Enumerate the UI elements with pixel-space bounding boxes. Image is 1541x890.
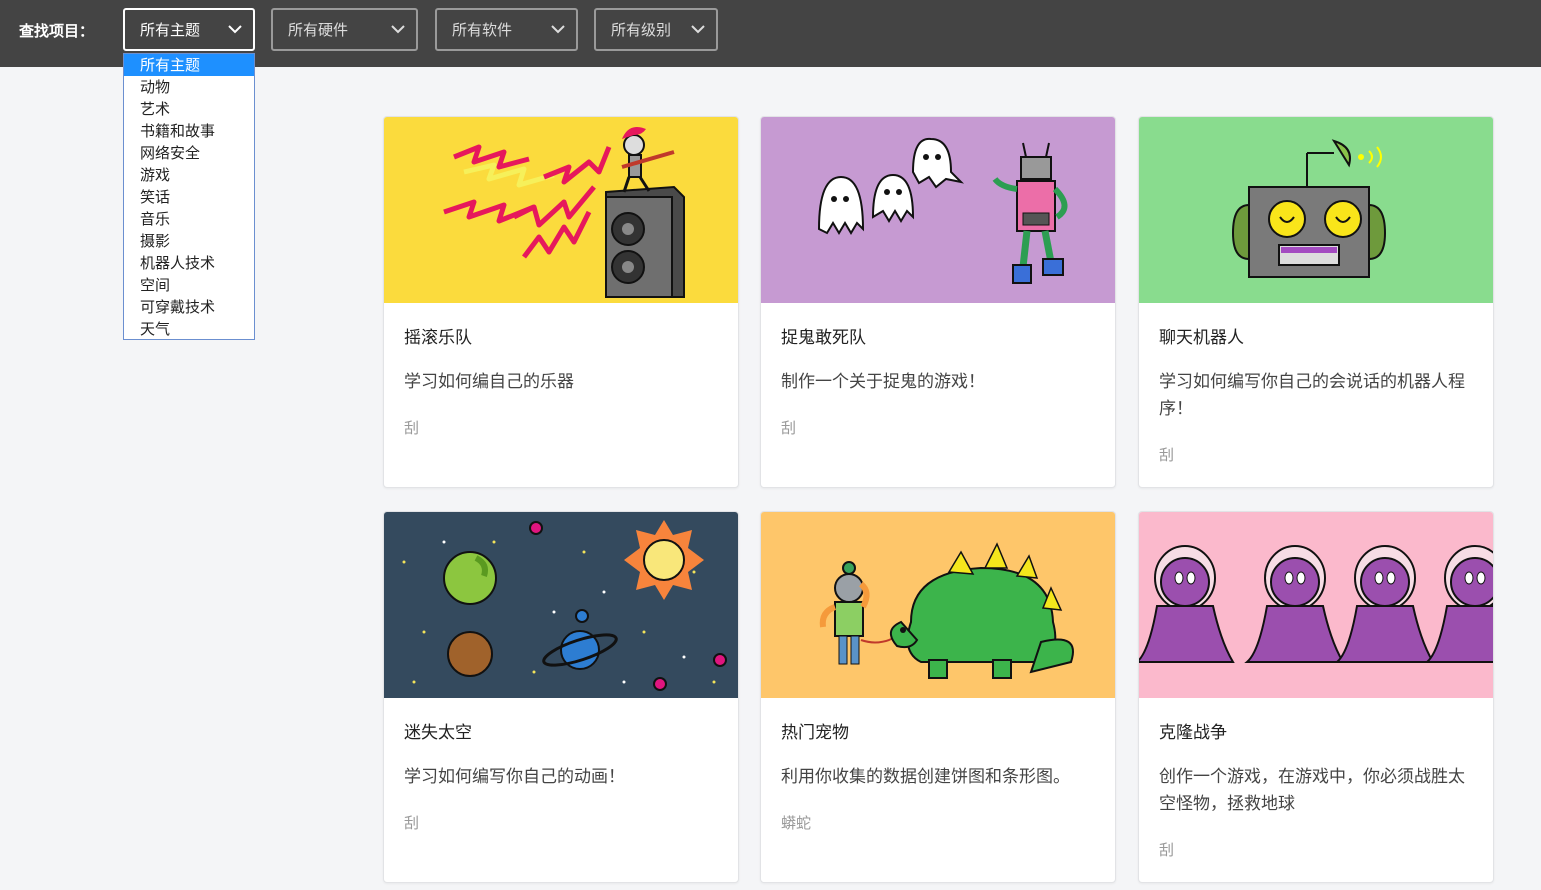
dropdown-option[interactable]: 所有主题 xyxy=(124,54,254,76)
project-software-tag: 刮 xyxy=(781,419,797,437)
rock-band-illustration-icon xyxy=(384,117,738,303)
dropdown-option[interactable]: 空间 xyxy=(124,274,254,296)
dropdown-option[interactable]: 艺术 xyxy=(124,98,254,120)
project-title: 摇滚乐队 xyxy=(404,328,472,348)
dropdown-option[interactable]: 书籍和故事 xyxy=(124,120,254,142)
project-software-tag: 蟒蛇 xyxy=(781,814,812,832)
space-monsters-illustration-icon xyxy=(1139,512,1493,698)
project-software-tag: 刮 xyxy=(1159,446,1175,464)
software-filter-value: 所有软件 xyxy=(452,21,513,39)
project-card-rock-band[interactable]: 摇滚乐队 学习如何编自己的乐器 刮 xyxy=(383,116,739,488)
software-filter-select[interactable]: 所有软件 xyxy=(435,8,578,51)
find-projects-label: 查找项目： xyxy=(19,22,95,40)
ghostbusters-illustration-icon xyxy=(761,117,1115,303)
chevron-down-icon xyxy=(391,25,405,34)
dropdown-option[interactable]: 机器人技术 xyxy=(124,252,254,274)
topic-dropdown-list: 所有主题 动物 艺术 书籍和故事 网络安全 游戏 笑话 音乐 摄影 机器人技术 … xyxy=(123,53,255,340)
project-title: 捉鬼敢死队 xyxy=(781,328,866,348)
dropdown-option[interactable]: 网络安全 xyxy=(124,142,254,164)
dropdown-option[interactable]: 摄影 xyxy=(124,230,254,252)
dropdown-option[interactable]: 音乐 xyxy=(124,208,254,230)
space-planets-illustration-icon xyxy=(384,512,738,698)
project-description: 创作一个游戏，在游戏中，你必须战胜太空怪物，拯救地球 xyxy=(1159,767,1465,814)
dropdown-option[interactable]: 笑话 xyxy=(124,186,254,208)
project-software-tag: 刮 xyxy=(404,814,420,832)
project-description: 制作一个关于捉鬼的游戏！ xyxy=(781,372,985,392)
topic-filter-value: 所有主题 xyxy=(140,21,201,39)
project-title: 迷失太空 xyxy=(404,723,472,743)
project-card-clone-wars[interactable]: 克隆战争 创作一个游戏，在游戏中，你必须战胜太空怪物，拯救地球 刮 xyxy=(1138,511,1494,883)
chevron-down-icon xyxy=(551,25,565,34)
project-card-chatbot[interactable]: 聊天机器人 学习如何编写你自己的会说话的机器人程序！ 刮 xyxy=(1138,116,1494,488)
hardware-filter-select[interactable]: 所有硬件 xyxy=(271,8,418,51)
project-software-tag: 刮 xyxy=(404,419,420,437)
dropdown-option[interactable]: 天气 xyxy=(124,318,254,340)
project-description: 利用你收集的数据创建饼图和条形图。 xyxy=(781,767,1070,787)
project-title: 热门宠物 xyxy=(781,723,849,743)
chevron-down-icon xyxy=(691,25,705,34)
project-card-lost-in-space[interactable]: 迷失太空 学习如何编写你自己的动画！ 刮 xyxy=(383,511,739,883)
hardware-filter-value: 所有硬件 xyxy=(288,21,349,39)
project-title: 克隆战争 xyxy=(1159,723,1227,743)
pet-dinosaur-illustration-icon xyxy=(761,512,1115,698)
topic-filter-select[interactable]: 所有主题 xyxy=(123,8,255,51)
project-title: 聊天机器人 xyxy=(1159,328,1244,348)
dropdown-option[interactable]: 动物 xyxy=(124,76,254,98)
dropdown-option[interactable]: 可穿戴技术 xyxy=(124,296,254,318)
project-card-popular-pets[interactable]: 热门宠物 利用你收集的数据创建饼图和条形图。 蟒蛇 xyxy=(760,511,1116,883)
chatbot-robot-illustration-icon xyxy=(1139,117,1493,303)
chevron-down-icon xyxy=(228,25,242,34)
project-description: 学习如何编写你自己的会说话的机器人程序！ xyxy=(1159,372,1465,419)
project-description: 学习如何编写你自己的动画！ xyxy=(404,767,625,787)
project-description: 学习如何编自己的乐器 xyxy=(404,372,574,392)
dropdown-option[interactable]: 游戏 xyxy=(124,164,254,186)
project-software-tag: 刮 xyxy=(1159,841,1175,859)
level-filter-select[interactable]: 所有级别 xyxy=(594,8,718,51)
level-filter-value: 所有级别 xyxy=(611,21,672,39)
project-card-ghostbusters[interactable]: 捉鬼敢死队 制作一个关于捉鬼的游戏！ 刮 xyxy=(760,116,1116,488)
